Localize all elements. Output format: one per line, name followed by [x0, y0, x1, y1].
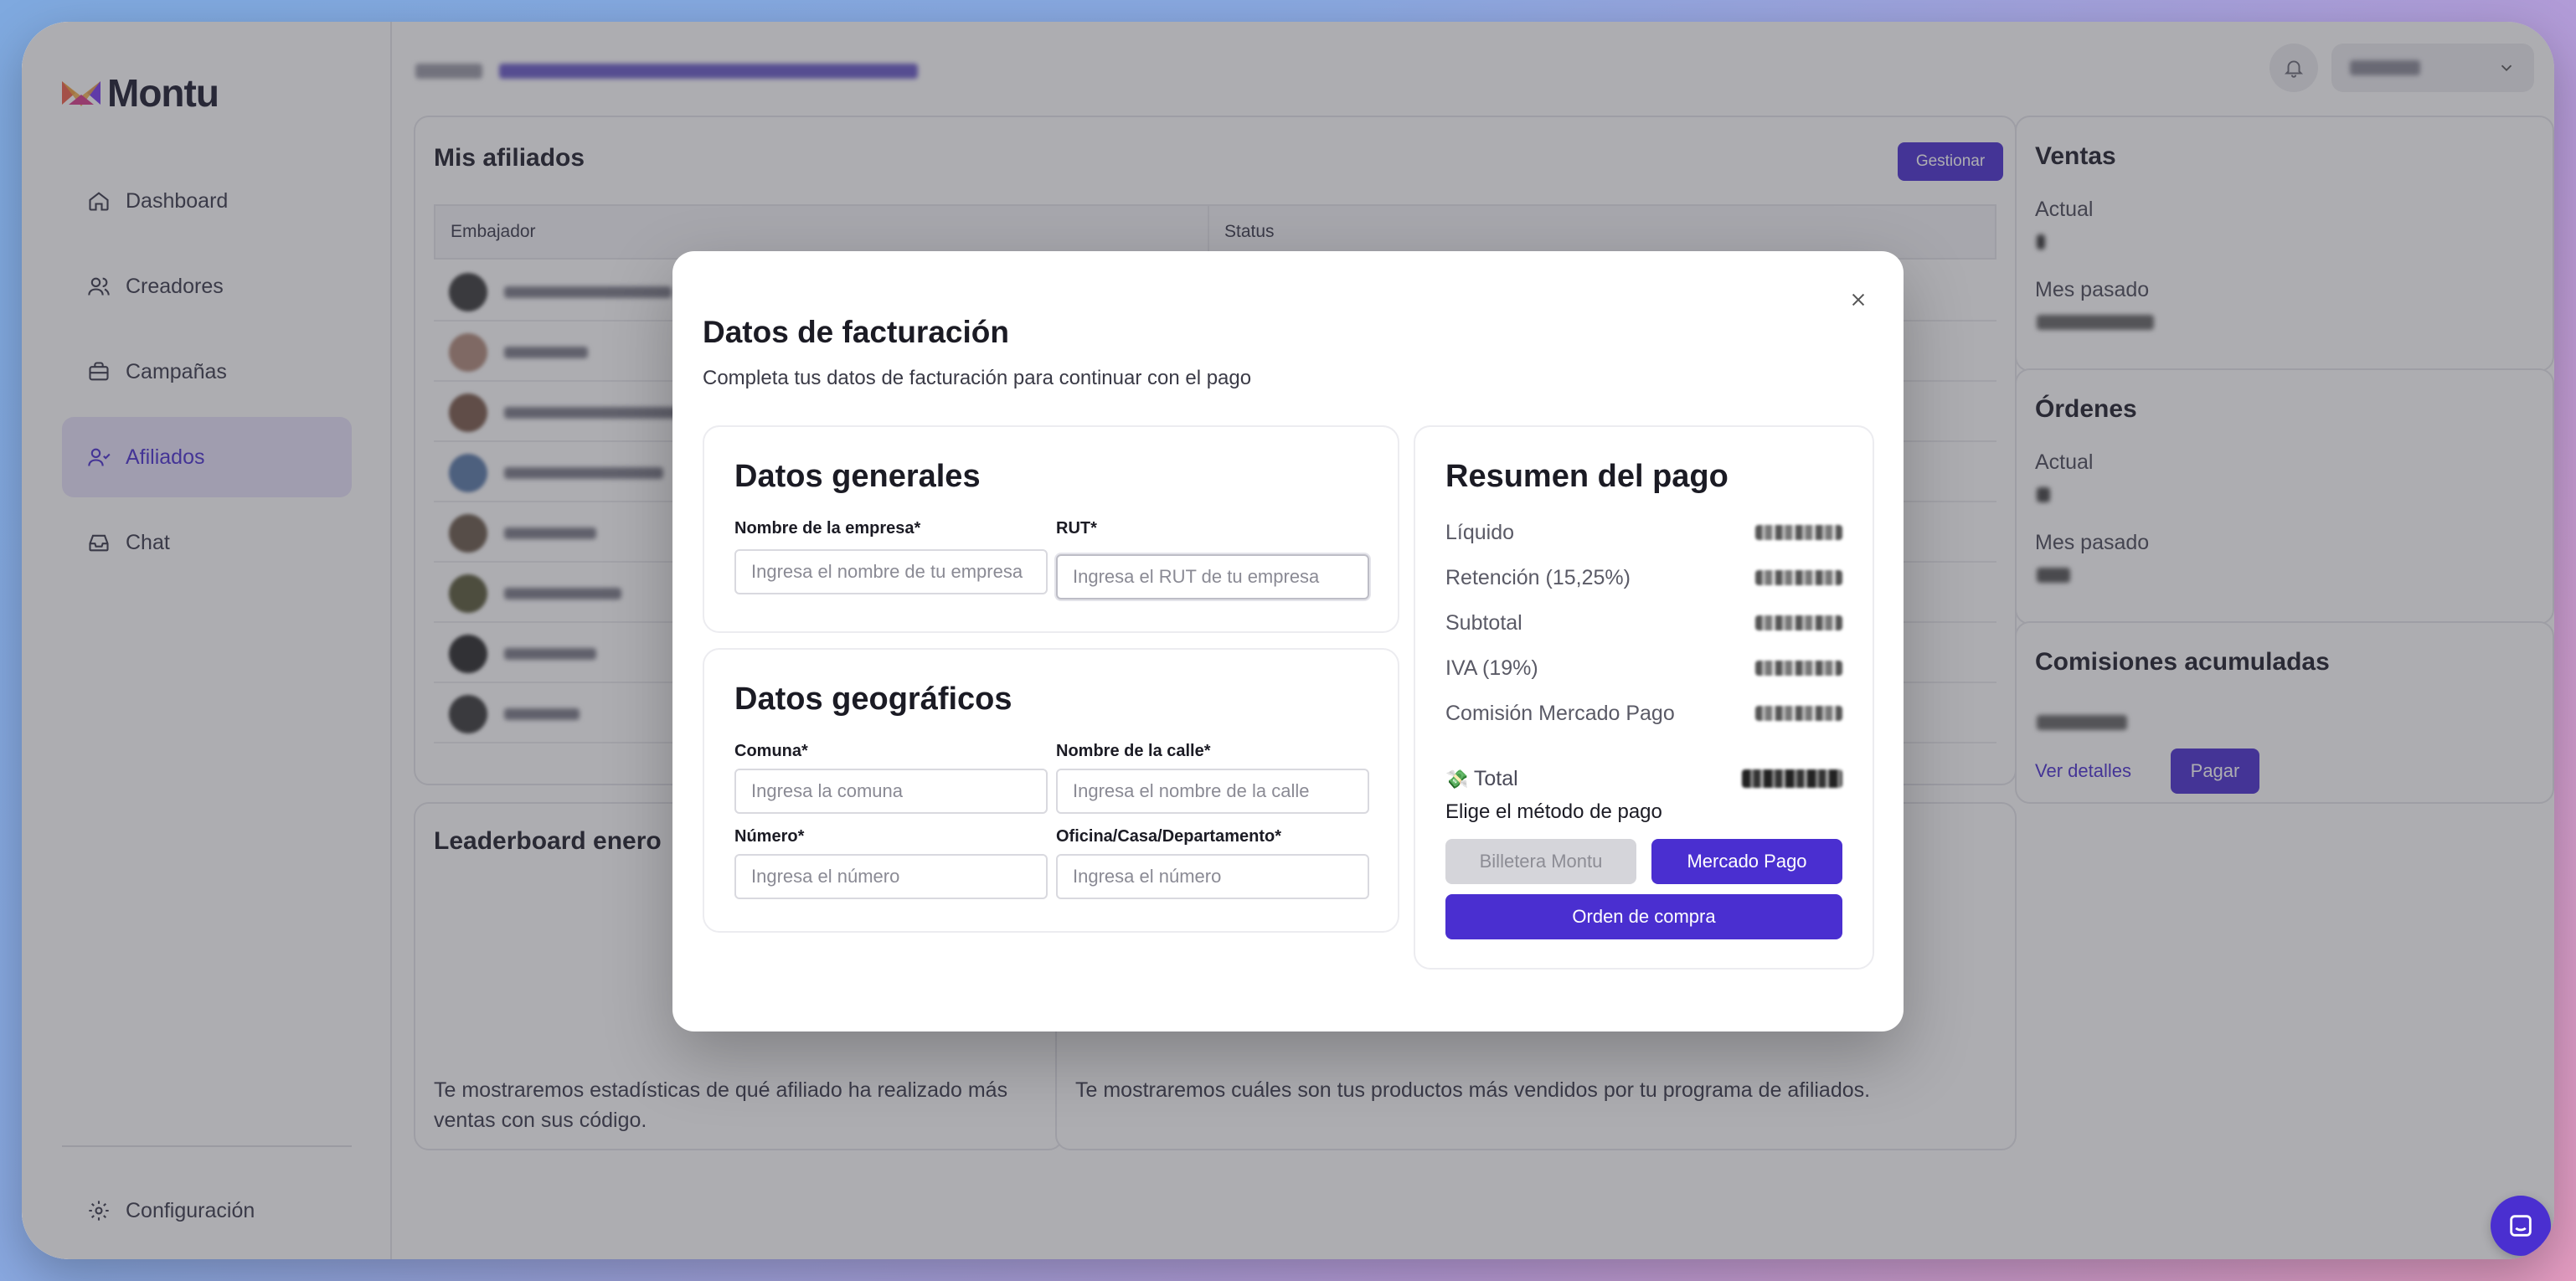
summary-row-value [1755, 615, 1842, 630]
modal-title: Datos de facturación [703, 315, 1009, 349]
company-name-label: Nombre de la empresa* [734, 519, 921, 538]
purchase-order-button[interactable]: Orden de compra [1445, 894, 1842, 939]
summary-row-value [1755, 661, 1842, 676]
total-label-wrap: 💸 Total [1445, 767, 1518, 791]
chat-icon [2510, 1215, 2532, 1237]
money-emoji: 💸 [1445, 768, 1469, 790]
geo-data-panel: Datos geográficos Comuna* Nombre de la c… [703, 648, 1399, 933]
total-value [1742, 769, 1842, 788]
summary-row-label: IVA (19%) [1445, 656, 1538, 680]
summary-row: Comisión Mercado Pago [1445, 697, 1842, 730]
summary-row-label: Líquido [1445, 520, 1515, 544]
summary-row-value [1755, 706, 1842, 721]
general-data-panel: Datos generales Nombre de la empresa* RU… [703, 425, 1399, 633]
rut-label: RUT* [1056, 519, 1097, 538]
billing-modal: Datos de facturación Completa tus datos … [672, 251, 1904, 1031]
summary-row-value [1755, 570, 1842, 585]
summary-row-label: Comisión Mercado Pago [1445, 701, 1675, 725]
total-label: Total [1473, 766, 1518, 790]
general-data-title: Datos generales [734, 459, 981, 494]
office-label: Oficina/Casa/Departamento* [1056, 827, 1281, 846]
office-input[interactable] [1056, 854, 1369, 899]
company-name-input[interactable] [734, 549, 1048, 594]
payment-summary-panel: Resumen del pago Líquido Retención (15,25… [1414, 425, 1874, 970]
summary-row: Líquido [1445, 516, 1842, 549]
payment-method-label: Elige el método de pago [1445, 800, 1662, 823]
summary-row: Retención (15,25%) [1445, 561, 1842, 594]
rut-input[interactable] [1056, 554, 1369, 599]
number-input[interactable] [734, 854, 1048, 899]
comuna-input[interactable] [734, 769, 1048, 814]
chat-widget-button[interactable] [2491, 1196, 2551, 1256]
summary-row: Subtotal [1445, 606, 1842, 640]
summary-row-label: Subtotal [1445, 610, 1522, 635]
geo-data-title: Datos geográficos [734, 682, 1012, 717]
street-label: Nombre de la calle* [1056, 742, 1211, 760]
summary-row-label: Retención (15,25%) [1445, 565, 1631, 589]
comuna-label: Comuna* [734, 742, 808, 760]
close-button[interactable] [1843, 285, 1873, 315]
summary-row: IVA (19%) [1445, 651, 1842, 685]
summary-row-value [1755, 525, 1842, 540]
close-icon [1852, 293, 1865, 306]
summary-title: Resumen del pago [1445, 459, 1728, 494]
wallet-montu-button[interactable]: Billetera Montu [1445, 839, 1636, 884]
street-input[interactable] [1056, 769, 1369, 814]
mercado-pago-button[interactable]: Mercado Pago [1651, 839, 1842, 884]
number-label: Número* [734, 827, 805, 846]
modal-subtitle: Completa tus datos de facturación para c… [703, 367, 1252, 389]
summary-total-row: 💸 Total [1445, 762, 1842, 795]
